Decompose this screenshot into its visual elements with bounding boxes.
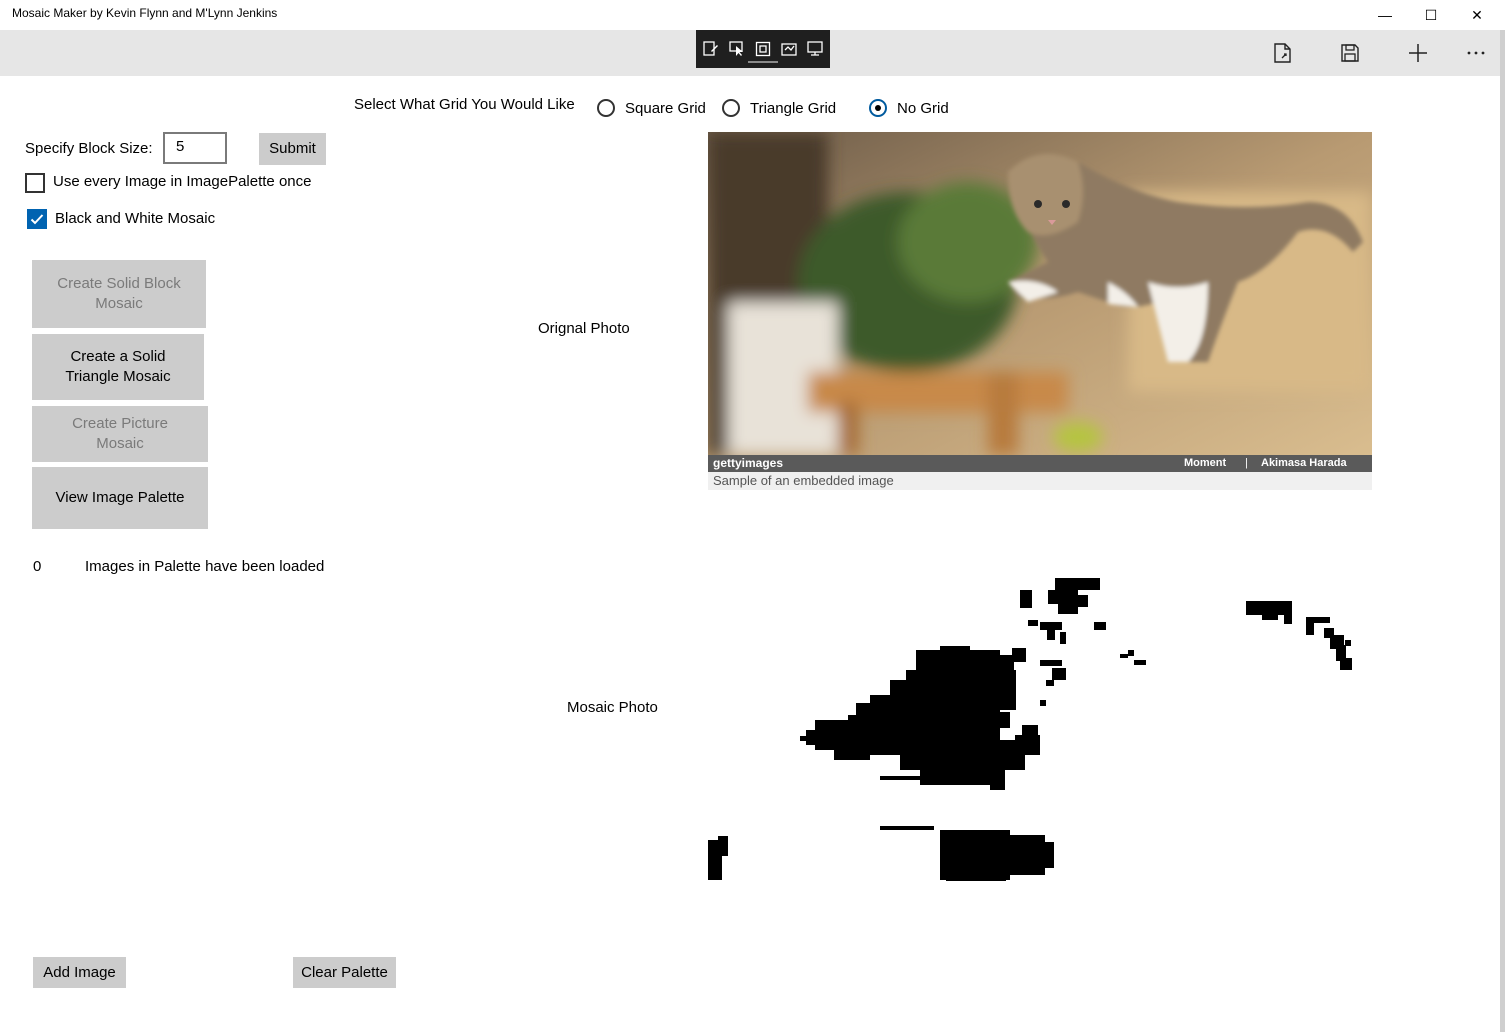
- original-photo: gettyimages Moment | Akimasa Harada Samp…: [708, 132, 1372, 490]
- photo-caption-bar: Sample of an embedded image: [708, 472, 1372, 490]
- block-size-input[interactable]: 5: [163, 132, 227, 164]
- use-every-image-checkbox[interactable]: [25, 173, 45, 193]
- grid-prompt-label: Select What Grid You Would Like: [354, 96, 575, 113]
- window-title: Mosaic Maker by Kevin Flynn and M'Lynn J…: [12, 6, 278, 20]
- view-image-palette-button[interactable]: View Image Palette: [32, 467, 208, 529]
- no-grid-label[interactable]: No Grid: [897, 100, 949, 117]
- photo-caption: Sample of an embedded image: [713, 473, 894, 488]
- more-options-button[interactable]: [1454, 32, 1498, 74]
- mosaic-photo: [708, 578, 1352, 881]
- minimize-button[interactable]: —: [1362, 0, 1408, 30]
- credit-collection: Moment: [1184, 457, 1227, 469]
- kitten-photo: [708, 132, 1372, 455]
- mosaic-photo-label: Mosaic Photo: [567, 699, 658, 716]
- close-icon: ✕: [1471, 6, 1483, 23]
- title-bar: Mosaic Maker by Kevin Flynn and M'Lynn J…: [0, 0, 1505, 30]
- block-size-label: Specify Block Size:: [25, 140, 153, 157]
- maximize-icon: ☐: [1424, 6, 1438, 23]
- square-grid-radio[interactable]: [597, 99, 615, 117]
- create-solid-triangle-mosaic-button[interactable]: Create a Solid Triangle Mosaic: [32, 334, 204, 400]
- credit-separator: |: [1245, 457, 1248, 469]
- open-file-button[interactable]: [1260, 32, 1304, 74]
- frame-tool-icon[interactable]: [754, 40, 772, 58]
- black-white-checkbox[interactable]: [27, 209, 47, 229]
- create-picture-mosaic-button[interactable]: Create Picture Mosaic: [32, 406, 208, 462]
- original-photo-label: Orignal Photo: [538, 320, 630, 337]
- open-file-icon: [1274, 43, 1291, 63]
- photo-credit-strip: gettyimages Moment | Akimasa Harada: [708, 455, 1372, 472]
- palette-count: 0: [33, 558, 42, 575]
- screen-tool-icon[interactable]: [806, 40, 824, 58]
- maximize-button[interactable]: ☐: [1408, 0, 1454, 30]
- ink-toolbar-handle[interactable]: [748, 61, 778, 63]
- palette-status-text: Images in Palette have been loaded: [85, 558, 325, 575]
- getty-brand: gettyimages: [713, 456, 784, 470]
- minimize-icon: —: [1378, 7, 1392, 23]
- credit-photographer: Akimasa Harada: [1261, 457, 1347, 469]
- triangle-grid-label[interactable]: Triangle Grid: [750, 100, 836, 117]
- black-white-label[interactable]: Black and White Mosaic: [55, 210, 215, 227]
- more-icon: [1467, 51, 1485, 55]
- add-image-button[interactable]: Add Image: [33, 957, 126, 988]
- triangle-grid-radio[interactable]: [722, 99, 740, 117]
- ink-tool-icon[interactable]: [702, 40, 720, 58]
- no-grid-radio[interactable]: [869, 99, 887, 117]
- square-grid-label[interactable]: Square Grid: [625, 100, 706, 117]
- add-icon: [1409, 44, 1427, 62]
- ruler-tool-icon[interactable]: [780, 40, 798, 58]
- clear-palette-button[interactable]: Clear Palette: [293, 957, 396, 988]
- use-every-image-label[interactable]: Use every Image in ImagePalette once: [53, 173, 311, 190]
- checkmark-icon: [30, 214, 44, 225]
- select-tool-icon[interactable]: [728, 40, 746, 58]
- add-button[interactable]: [1396, 32, 1440, 74]
- save-icon: [1341, 44, 1359, 62]
- create-solid-block-mosaic-button[interactable]: Create Solid Block Mosaic: [32, 260, 206, 328]
- close-button[interactable]: ✕: [1454, 0, 1500, 30]
- submit-button[interactable]: Submit: [259, 133, 326, 165]
- save-button[interactable]: [1328, 32, 1372, 74]
- window-edge: [1500, 30, 1505, 1032]
